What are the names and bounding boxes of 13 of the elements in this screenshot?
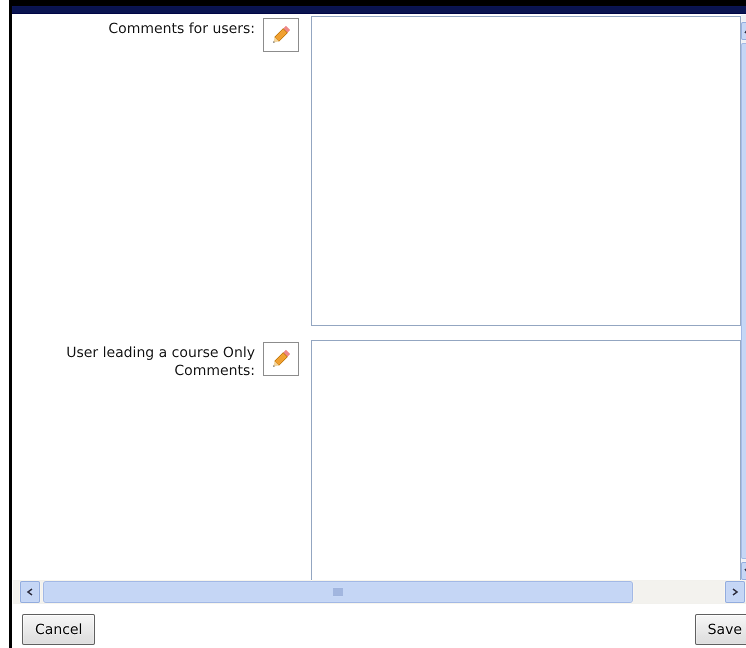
field-label: User leading a course Only Comments: [65, 344, 255, 380]
horizontal-scrollbar[interactable] [12, 580, 746, 604]
scroll-left-button[interactable] [20, 581, 40, 603]
left-icon [26, 588, 34, 596]
edit-button[interactable] [263, 342, 299, 376]
right-icon [731, 588, 739, 596]
scroll-thumb[interactable] [43, 581, 633, 603]
grip-icon [333, 588, 343, 596]
edit-button[interactable] [263, 18, 299, 52]
scroll-right-button[interactable] [725, 581, 745, 603]
field-label: Comments for users: [107, 20, 255, 38]
cancel-button[interactable]: Cancel [22, 614, 96, 645]
save-button[interactable]: Save [694, 614, 746, 645]
